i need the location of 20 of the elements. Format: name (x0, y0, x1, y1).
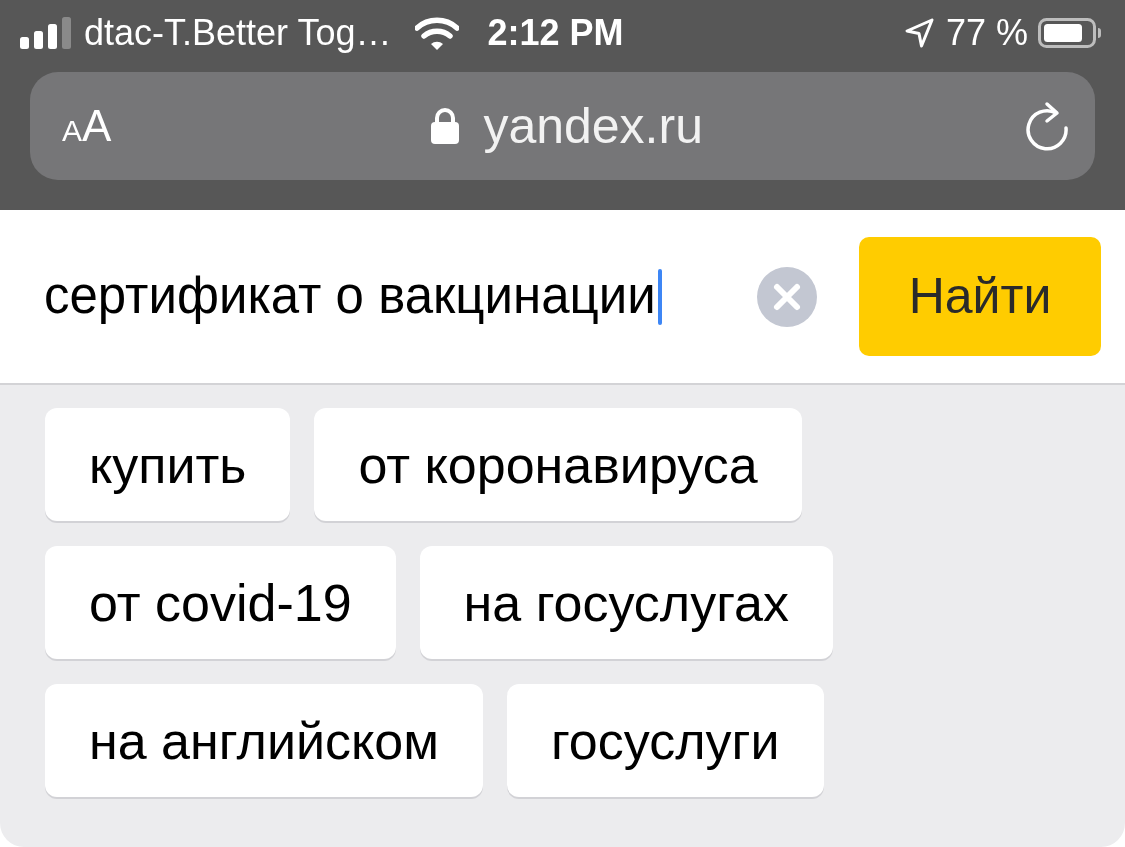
url-text[interactable]: yandex.ru (483, 88, 703, 164)
suggestion-chip[interactable]: на госуслугах (419, 546, 833, 659)
suggestion-chip[interactable]: купить (45, 408, 291, 521)
clock-time: 2:12 PM (487, 11, 624, 55)
clear-icon (757, 266, 817, 327)
reload-button[interactable] (1023, 101, 1071, 151)
carrier-name: dtac-T.Better Tog… (84, 11, 392, 55)
suggestion-chip[interactable]: от коронавируса (314, 408, 802, 521)
reload-icon (1023, 101, 1071, 151)
location-arrow-icon (904, 18, 934, 48)
battery-percentage: 77 % (945, 11, 1028, 55)
suggestion-chip[interactable]: на английском (45, 684, 483, 797)
signal-icon (20, 17, 71, 49)
search-field[interactable]: сертификат о вакцинации (44, 246, 757, 347)
suggestion-chip[interactable]: госуслуги (507, 684, 824, 797)
text-size-button[interactable]: AA (62, 104, 112, 148)
suggestion-chip[interactable]: от covid-19 (45, 546, 396, 659)
wifi-icon (415, 16, 460, 50)
search-button[interactable]: Найти (859, 237, 1101, 356)
battery-icon (1038, 18, 1101, 48)
